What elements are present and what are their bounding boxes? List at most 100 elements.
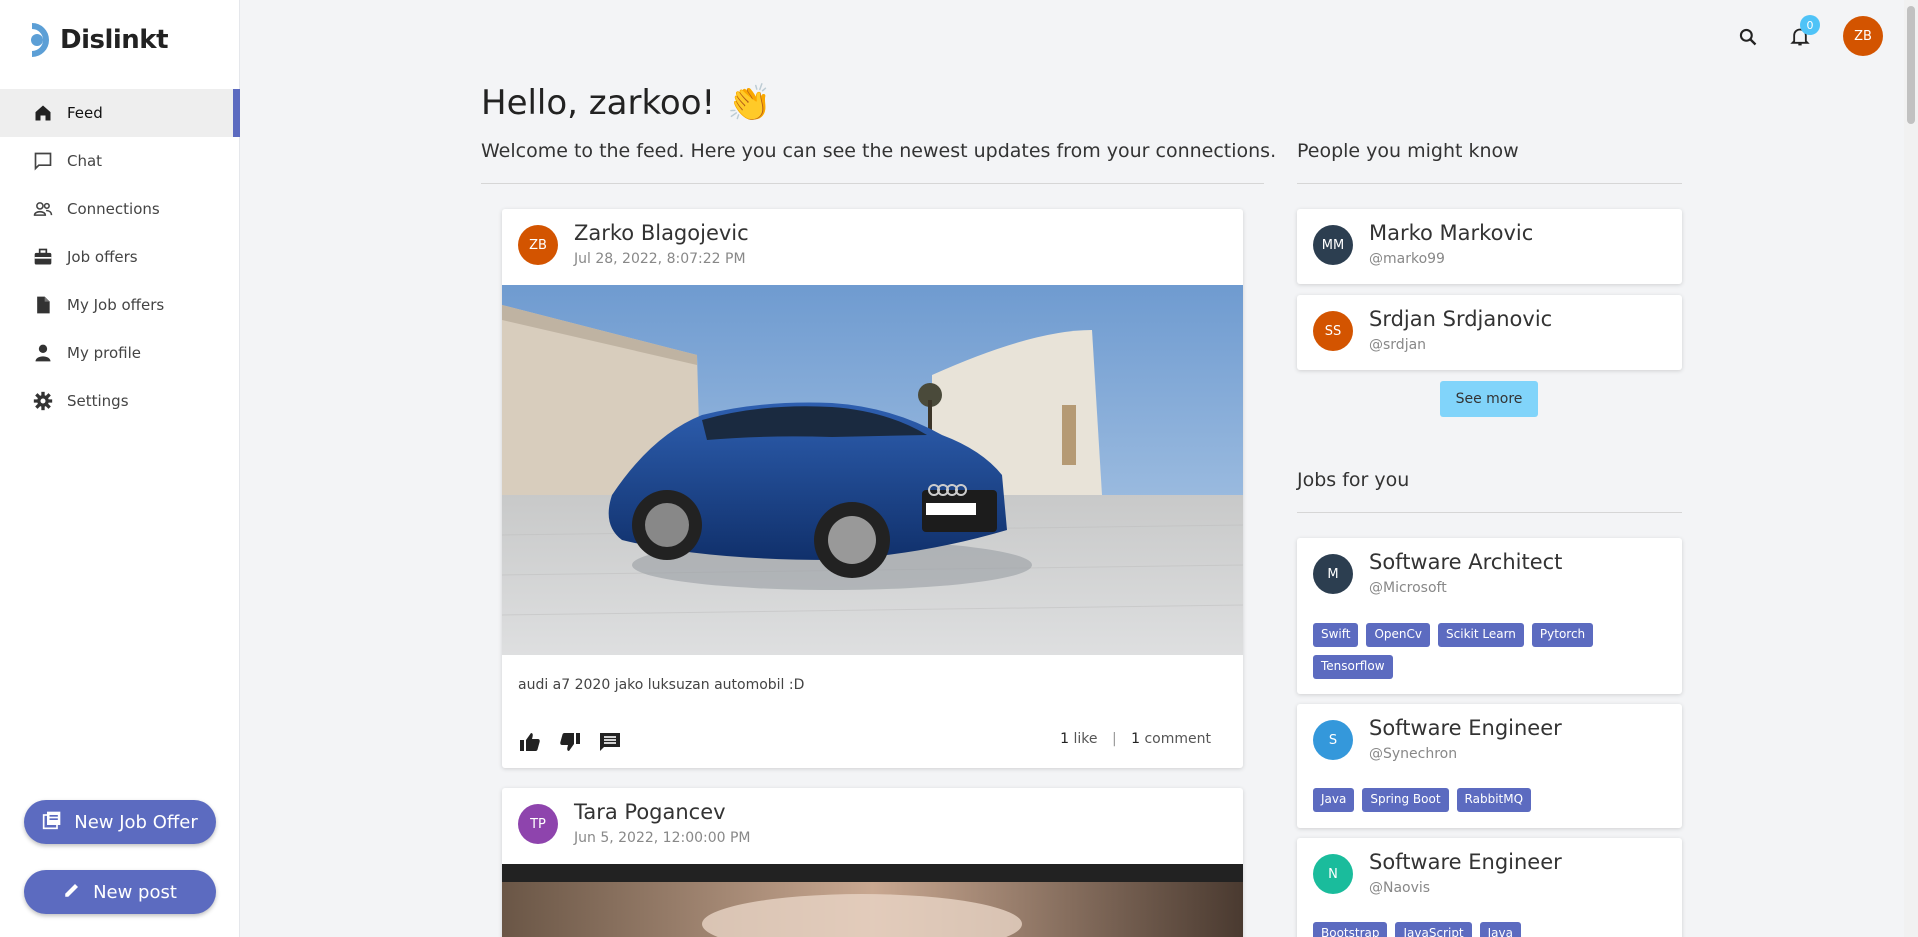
divider [1297,183,1682,184]
job-title: Software Engineer [1369,716,1562,740]
home-icon [33,103,53,123]
people-section-title: People you might know [1297,140,1519,162]
divider [481,183,1264,184]
person-handle: @marko99 [1369,251,1445,267]
job-card[interactable]: S Software Engineer @Synechron Java Spri… [1297,704,1682,828]
avatar: N [1313,854,1353,894]
post-author[interactable]: Zarko Blagojevic [574,221,749,245]
post-actions [518,730,622,758]
skill-tag: Java [1479,922,1521,937]
scrollbar-thumb[interactable] [1907,6,1915,124]
new-job-offer-label: New Job Offer [74,811,198,833]
post-date: Jun 5, 2022, 12:00:00 PM [574,830,751,846]
person-card[interactable]: MM Marko Markovic @marko99 [1297,209,1682,284]
page-scrollbar[interactable] [1904,0,1918,937]
notification-badge: 0 [1800,15,1820,35]
job-card[interactable]: M Software Architect @Microsoft Swift Op… [1297,538,1682,694]
sidebar-item-job-offers[interactable]: Job offers [0,233,240,281]
jobs-section-title: Jobs for you [1297,469,1410,491]
comment-icon[interactable] [598,730,622,758]
sidebar: Dislinkt Feed Chat Connections Job offer… [0,0,240,937]
gear-icon [33,391,53,411]
new-post-label: New post [93,881,177,903]
post-card: ZB Zarko Blagojevic Jul 28, 2022, 8:07:2… [502,209,1243,768]
like-label: like [1073,731,1098,747]
post-author[interactable]: Tara Pogancev [574,800,726,824]
app-name: Dislinkt [60,25,169,55]
avatar[interactable]: TP [518,804,558,844]
sidebar-item-label: Settings [67,392,129,410]
welcome-text: Welcome to the feed. Here you can see th… [481,140,1277,162]
sidebar-item-chat[interactable]: Chat [0,137,240,185]
person-icon [33,343,53,363]
like-icon[interactable] [518,730,542,758]
avatar: MM [1313,225,1353,265]
user-avatar[interactable]: ZB [1843,16,1883,56]
brand[interactable]: Dislinkt [22,20,169,60]
new-post-button[interactable]: New post [24,870,216,914]
sidebar-item-label: My Job offers [67,296,165,314]
skill-tag: Bootstrap [1313,922,1388,937]
post-header: TP Tara Pogancev Jun 5, 2022, 12:00:00 P… [502,788,1243,864]
sidebar-nav: Feed Chat Connections Job offers My Job … [0,89,240,425]
skill-tag: Spring Boot [1362,788,1449,812]
skill-tag: JavaScript [1395,922,1472,937]
sidebar-item-feed[interactable]: Feed [0,89,240,137]
comment-label[interactable]: comment [1144,731,1211,747]
avatar: SS [1313,311,1353,351]
comment-count[interactable]: 1 [1131,731,1140,747]
like-count: 1 [1060,731,1070,747]
job-company: @Synechron [1369,746,1458,762]
dislike-icon[interactable] [558,730,582,758]
stats-separator: | [1111,731,1117,747]
skill-tag: RabbitMQ [1456,788,1532,812]
sidebar-item-label: Chat [67,152,103,170]
chat-icon [33,151,53,171]
avatar[interactable]: ZB [518,225,558,265]
sidebar-item-label: Job offers [67,248,138,266]
sidebar-item-settings[interactable]: Settings [0,377,240,425]
sidebar-item-label: Connections [67,200,160,218]
post-date: Jul 28, 2022, 8:07:22 PM [574,251,746,267]
divider [1297,512,1682,513]
post-header: ZB Zarko Blagojevic Jul 28, 2022, 8:07:2… [502,209,1243,285]
briefcase-icon [33,247,53,267]
person-name: Marko Markovic [1369,221,1534,245]
skill-tag: OpenCv [1366,623,1431,647]
see-more-button[interactable]: See more [1440,381,1538,417]
job-card[interactable]: N Software Engineer @Naovis Bootstrap Ja… [1297,838,1682,937]
sidebar-item-my-profile[interactable]: My profile [0,329,240,377]
person-card[interactable]: SS Srdjan Srdjanovic @srdjan [1297,295,1682,370]
skill-tag: Pytorch [1531,623,1594,647]
avatar: S [1313,720,1353,760]
dislinkt-logo-icon [31,23,49,57]
sidebar-item-my-job-offers[interactable]: My Job offers [0,281,240,329]
sidebar-item-label: Feed [67,104,103,122]
clapping-hands-icon: 👏 [727,83,772,124]
skill-tag: Tensorflow [1313,655,1393,679]
pencil-icon [63,881,81,904]
job-tags: Bootstrap JavaScript Java [1313,922,1663,937]
sidebar-item-connections[interactable]: Connections [0,185,240,233]
job-tags: Java Spring Boot RabbitMQ [1313,788,1663,812]
new-job-offer-button[interactable]: New Job Offer [24,800,216,844]
post-text: audi a7 2020 jako luksuzan automobil :D [518,677,805,693]
page-title: Hello, zarkoo! 👏 [481,82,772,124]
post-card: TP Tara Pogancev Jun 5, 2022, 12:00:00 P… [502,788,1243,937]
job-title: Software Architect [1369,550,1563,574]
job-title: Software Engineer [1369,850,1562,874]
skill-tag: Java [1313,788,1355,812]
post-stats: 1 like | 1 comment [1060,731,1211,747]
skill-tag: Swift [1313,623,1359,647]
person-handle: @srdjan [1369,337,1427,353]
search-icon[interactable] [1738,27,1758,51]
document-icon [33,295,53,315]
people-icon [33,199,53,219]
library-books-icon [42,810,62,835]
job-tags: Swift OpenCv Scikit Learn Pytorch Tensor… [1313,623,1663,679]
skill-tag: Scikit Learn [1438,623,1524,647]
post-image [502,864,1243,937]
greeting-text: Hello, zarkoo! [481,83,716,123]
job-company: @Microsoft [1369,580,1447,596]
job-company: @Naovis [1369,880,1431,896]
